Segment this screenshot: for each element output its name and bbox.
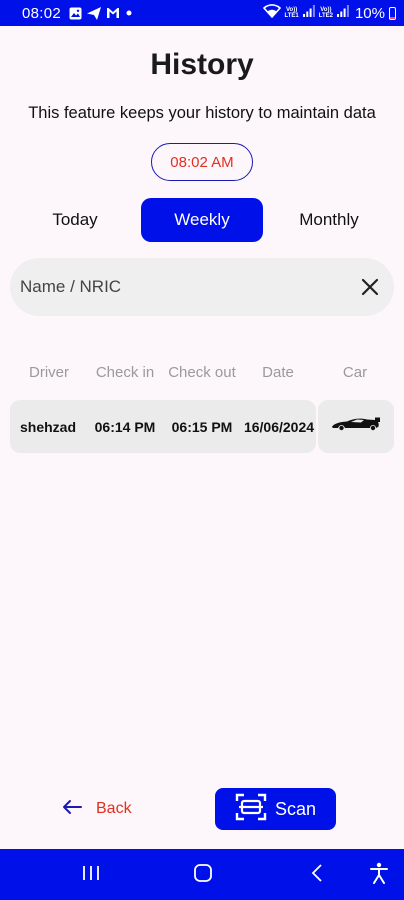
status-time: 08:02 <box>22 4 62 22</box>
arrow-left-icon <box>62 799 82 820</box>
back-label: Back <box>96 800 132 817</box>
search-bar <box>10 258 394 316</box>
accessibility-button[interactable] <box>366 862 392 888</box>
header-date: Date <box>262 364 294 381</box>
battery-icon <box>389 6 396 20</box>
row-driver: shehzad <box>19 419 76 435</box>
search-input[interactable] <box>20 277 360 297</box>
scan-button[interactable]: Scan <box>215 788 336 830</box>
status-bar: 08:02 Vo)) LTE1 Vo)) LTE2 10% <box>0 0 404 26</box>
status-right: Vo)) LTE1 Vo)) LTE2 10% <box>262 3 396 23</box>
network-1-label: Vo)) LTE1 <box>285 7 299 19</box>
header-check-out: Check out <box>168 364 236 381</box>
car-icon <box>331 416 381 437</box>
recent-apps-icon <box>82 865 100 886</box>
home-icon <box>193 863 213 888</box>
header-check-in: Check in <box>95 364 155 381</box>
row-check-in: 06:14 PM <box>94 419 156 435</box>
header-driver: Driver <box>29 364 69 381</box>
scan-label: Scan <box>274 798 317 819</box>
filter-weekly-button[interactable]: Weekly <box>141 198 263 242</box>
gmail-icon <box>106 7 120 19</box>
filter-monthly-button[interactable]: Monthly <box>274 198 384 242</box>
network-2-bottom: LTE2 <box>318 13 333 19</box>
gallery-icon <box>69 7 82 20</box>
home-button[interactable] <box>190 862 216 888</box>
scan-icon <box>235 792 267 827</box>
close-icon[interactable] <box>360 277 380 297</box>
accessibility-icon <box>369 862 389 889</box>
filter-today-button[interactable]: Today <box>20 198 130 242</box>
header-car: Car <box>342 364 368 381</box>
signal-2-icon <box>336 4 349 22</box>
row-date: 16/06/2024 <box>243 419 315 435</box>
chevron-left-icon <box>311 863 323 887</box>
current-time-pill: 08:02 AM <box>151 143 253 181</box>
send-icon <box>87 6 102 20</box>
wifi-icon <box>262 3 281 23</box>
signal-1-icon <box>302 4 315 22</box>
page-title: History <box>150 48 254 81</box>
network-1-bottom: LTE1 <box>284 13 299 19</box>
page-subtitle: This feature keeps your history to maint… <box>28 104 376 122</box>
row-check-out: 06:15 PM <box>171 419 233 435</box>
network-2-label: Vo)) LTE2 <box>319 7 333 19</box>
dot-icon <box>125 9 133 17</box>
nav-back-button[interactable] <box>304 862 330 888</box>
recent-apps-button[interactable] <box>78 862 104 888</box>
back-button[interactable]: Back <box>62 793 132 825</box>
notification-icons <box>69 6 133 20</box>
system-nav-bar <box>0 849 404 900</box>
row-car-cell[interactable] <box>318 400 394 453</box>
battery-percent: 10% <box>354 4 385 22</box>
